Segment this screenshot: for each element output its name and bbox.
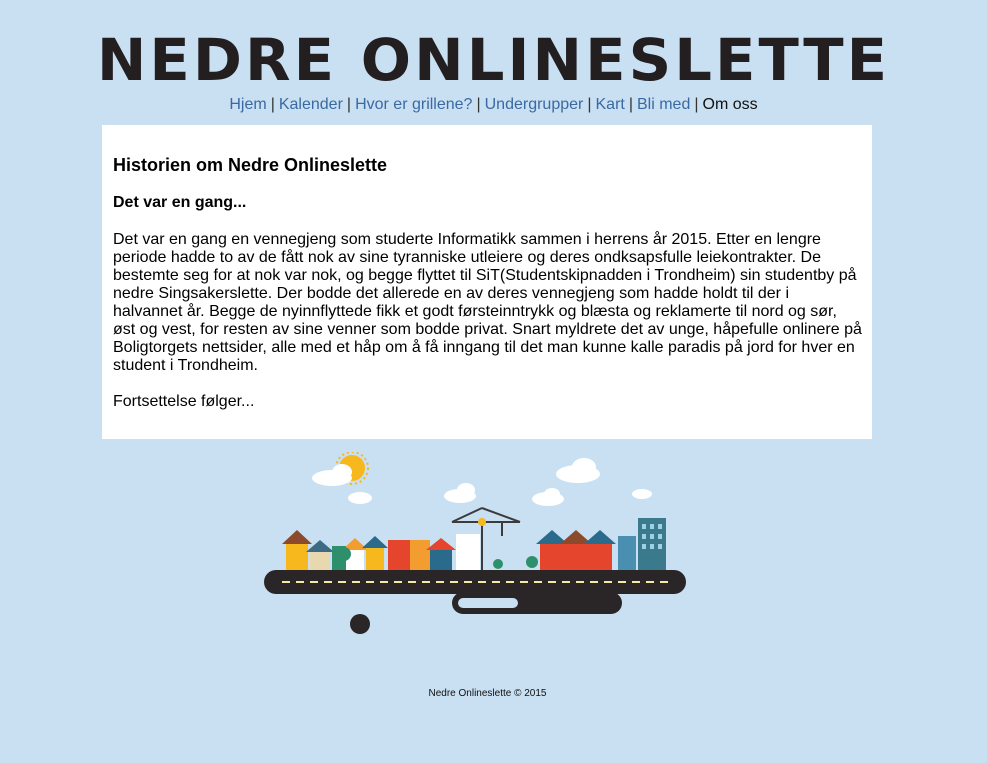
city-illustration-icon (264, 452, 686, 634)
nav-link-bli-med[interactable]: Bli med (637, 96, 690, 113)
story-paragraph: Det var en gang en vennegjeng som studer… (113, 231, 862, 374)
nav-link-hjem[interactable]: Hjem (229, 96, 266, 113)
houses-icon (282, 530, 480, 570)
nav-link-kalender[interactable]: Kalender (279, 96, 343, 113)
nav-separator: | (270, 96, 275, 113)
site-title: NEDRE ONLINESLETTE (96, 26, 891, 94)
nav-separator: | (587, 96, 592, 113)
nav-link-grillene[interactable]: Hvor er grillene? (355, 96, 472, 113)
nav-separator: | (628, 96, 633, 113)
road-icon (264, 570, 686, 634)
nav-separator: | (694, 96, 699, 113)
content-panel: Historien om Nedre Onlineslette Det var … (102, 125, 872, 439)
section-subheading: Det var en gang... (113, 194, 247, 211)
nav-separator: | (476, 96, 481, 113)
page-heading: Historien om Nedre Onlineslette (113, 155, 388, 175)
nav-link-kart[interactable]: Kart (596, 96, 625, 113)
nav-separator: | (346, 96, 352, 113)
apartment-icon (536, 518, 666, 570)
footer-text: Nedre Onlineslette © 2015 (428, 688, 547, 699)
nav-link-undergrupper[interactable]: Undergrupper (485, 96, 584, 113)
nav-current-om-oss: Om oss (702, 96, 758, 113)
continuation-text: Fortsettelse følger... (113, 393, 255, 410)
main-nav: Hjem | Kalender | Hvor er grillene? | Undergru… (0, 95, 987, 115)
